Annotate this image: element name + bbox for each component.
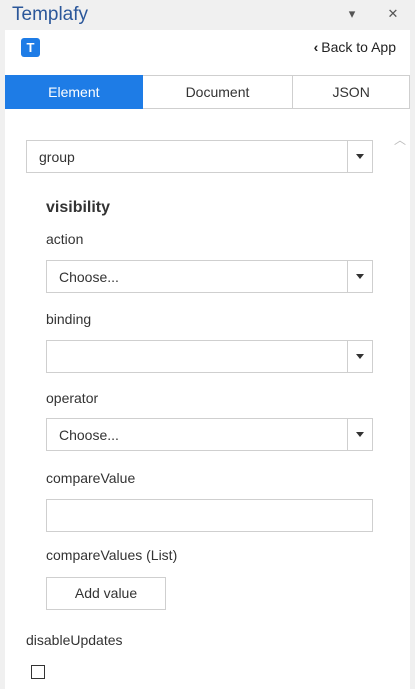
tab-bar: Element Document JSON xyxy=(5,75,410,109)
caret-down-icon xyxy=(356,274,364,279)
operator-select[interactable]: Choose... xyxy=(46,418,373,451)
window-title: Templafy xyxy=(12,4,89,25)
compare-value-input[interactable] xyxy=(46,499,373,532)
dropdown-button[interactable] xyxy=(347,261,372,292)
close-icon[interactable]: ✕ xyxy=(383,4,403,24)
tab-document[interactable]: Document xyxy=(142,75,294,109)
binding-select[interactable] xyxy=(46,340,373,373)
visibility-heading: visibility xyxy=(46,199,111,216)
templafy-logo: T xyxy=(21,38,40,57)
scroll-up-icon[interactable]: ︿ xyxy=(394,131,406,148)
add-value-button[interactable]: Add value xyxy=(46,577,166,610)
operator-value: Choose... xyxy=(59,427,119,443)
element-type-value: group xyxy=(39,149,75,165)
action-label: action xyxy=(46,231,84,247)
element-type-select[interactable]: group xyxy=(26,140,373,173)
tab-json[interactable]: JSON xyxy=(293,75,410,109)
disable-updates-checkbox[interactable] xyxy=(31,665,45,679)
action-value: Choose... xyxy=(59,269,119,285)
tab-element[interactable]: Element xyxy=(5,75,143,109)
operator-label: operator xyxy=(46,390,99,406)
addin-panel: T ‹ Back to App Element Document JSON ︿ … xyxy=(5,30,410,689)
dropdown-button[interactable] xyxy=(347,419,372,450)
compare-value-label: compareValue xyxy=(46,470,136,486)
back-to-app-link[interactable]: ‹ Back to App xyxy=(314,39,396,55)
caret-down-icon xyxy=(356,154,364,159)
back-to-app-label: Back to App xyxy=(321,39,396,55)
caret-down-icon xyxy=(356,354,364,359)
dropdown-button[interactable] xyxy=(347,141,372,172)
app-header: T ‹ Back to App xyxy=(5,30,410,66)
chevron-down-icon[interactable]: ▾ xyxy=(342,4,362,24)
dropdown-button[interactable] xyxy=(347,341,372,372)
chevron-left-icon: ‹ xyxy=(313,39,319,55)
action-select[interactable]: Choose... xyxy=(46,260,373,293)
disable-updates-label: disableUpdates xyxy=(26,632,123,648)
caret-down-icon xyxy=(356,432,364,437)
compare-values-label: compareValues (List) xyxy=(46,547,178,563)
binding-label: binding xyxy=(46,311,92,327)
element-form: ︿ group visibility action Choose... bind… xyxy=(5,125,410,689)
window-titlebar: Templafy ▾ ✕ xyxy=(0,0,415,30)
